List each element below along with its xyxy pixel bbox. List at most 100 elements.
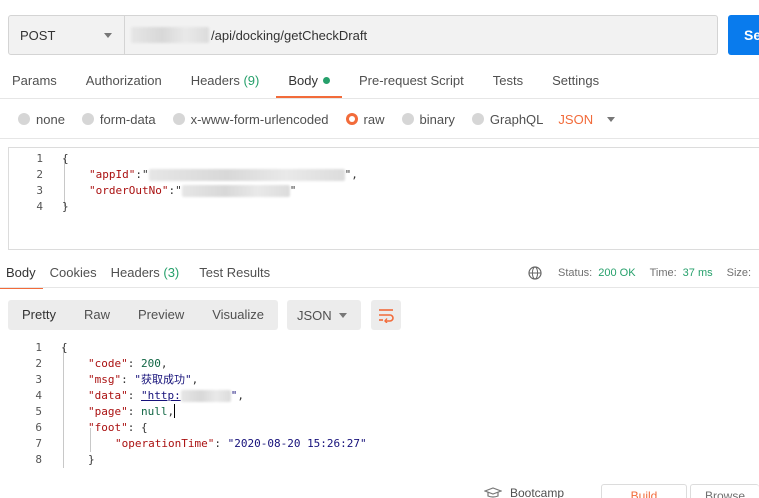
line-number: 3 — [36, 184, 43, 197]
view-label: Raw — [83, 307, 110, 322]
tab-authorization[interactable]: Authorization — [86, 66, 162, 96]
browse-tab[interactable]: Browse — [690, 484, 759, 498]
line-number: 4 — [36, 200, 43, 213]
tab-body[interactable]: Body — [276, 66, 342, 98]
url-input[interactable]: /api/docking/getCheckDraft — [125, 16, 717, 54]
code-line-code: "code": 200, — [88, 357, 168, 370]
line-number: 7 — [35, 437, 42, 450]
response-status: Status: 200 OK Time: 37 ms Size: — [528, 266, 751, 280]
redacted-value — [180, 390, 231, 402]
tab-cookies[interactable]: Cookies — [50, 262, 97, 288]
tab-count: (9) — [243, 73, 260, 88]
response-tabs: Body Cookies Headers (3) Test Results — [0, 262, 284, 289]
code-line-operation-time: "operationTime": "2020-08-20 15:26:27" — [115, 437, 367, 450]
tab-label: Pre-request Script — [358, 73, 464, 88]
code-value: "获取成功" — [134, 373, 192, 386]
tab-label: Settings — [552, 73, 600, 88]
view-preview-button[interactable]: Preview — [124, 300, 198, 330]
globe-icon[interactable] — [528, 266, 542, 280]
method-select[interactable]: POST — [9, 16, 125, 54]
body-type-radios: none form-data x-www-form-urlencoded raw… — [18, 110, 616, 128]
response-format-select[interactable]: JSON — [287, 300, 361, 330]
radio-urlencoded[interactable]: x-www-form-urlencoded — [172, 111, 329, 127]
time-label: Time: — [649, 267, 677, 279]
body-format-select[interactable]: JSON — [558, 111, 616, 127]
tab-headers[interactable]: Headers (9) — [191, 66, 260, 96]
radio-circle-icon — [81, 113, 94, 125]
code-token: " — [289, 184, 297, 197]
bootcamp-button[interactable]: Bootcamp — [484, 486, 564, 498]
view-visualize-button[interactable]: Visualize — [198, 300, 278, 330]
response-time[interactable]: 37 ms — [683, 267, 713, 279]
radio-circle-icon — [18, 113, 30, 125]
radio-circle-icon — [172, 113, 185, 125]
status-code[interactable]: 200 OK — [598, 267, 635, 279]
code-value: 200 — [141, 357, 161, 370]
tab-response-body[interactable]: Body — [0, 262, 43, 289]
tab-pre-request-script[interactable]: Pre-request Script — [359, 66, 464, 96]
line-number: 1 — [36, 152, 43, 165]
radio-label: binary — [419, 111, 455, 127]
send-button[interactable]: Se — [728, 15, 759, 55]
send-label: Se — [744, 27, 759, 43]
method-label: POST — [20, 27, 56, 43]
build-tab[interactable]: Build — [601, 484, 687, 498]
code-line-foot: "foot": { — [88, 421, 148, 434]
request-bar: POST /api/docking/getCheckDraft — [8, 15, 718, 55]
radio-graphql[interactable]: GraphQL — [471, 111, 544, 127]
format-label: JSON — [558, 111, 594, 127]
tab-response-headers[interactable]: Headers (3) — [111, 262, 180, 288]
tab-label: Test Results — [199, 265, 271, 280]
divider — [0, 287, 759, 288]
graduation-cap-icon — [484, 487, 502, 498]
wrap-lines-button[interactable] — [371, 300, 401, 330]
status-bar: Bootcamp Build Browse — [0, 482, 759, 498]
line-number: 8 — [35, 453, 42, 466]
code-line-appid: "appId":" ", — [89, 167, 358, 183]
code-line-page: "page": null, — [88, 404, 176, 418]
radio-raw[interactable]: raw — [345, 112, 385, 127]
code-key: "foot" — [88, 421, 128, 434]
view-label: Preview — [137, 307, 185, 322]
redacted-host — [131, 27, 209, 43]
text-cursor — [174, 404, 176, 418]
bootcamp-label: Bootcamp — [510, 486, 565, 498]
tab-label: Authorization — [85, 73, 162, 88]
tab-settings[interactable]: Settings — [552, 66, 599, 96]
response-body-viewer[interactable]: 1 2 3 4 5 6 7 8 { "code": 200, "msg": "获… — [8, 340, 759, 470]
radio-form-data[interactable]: form-data — [81, 111, 156, 127]
request-body-editor[interactable]: 1 2 3 4 { "appId":" ", "orderOutNo":" " } — [8, 147, 759, 250]
view-raw-button[interactable]: Raw — [70, 300, 124, 330]
view-pretty-button[interactable]: Pretty — [8, 300, 70, 330]
radio-label: x-www-form-urlencoded — [190, 111, 329, 127]
radio-label: form-data — [99, 111, 156, 127]
radio-label: none — [36, 111, 65, 127]
radio-none[interactable]: none — [18, 112, 65, 127]
code-token: { — [61, 341, 68, 354]
tab-label: Params — [12, 73, 57, 88]
code-token: :" — [168, 184, 182, 197]
tab-test-results[interactable]: Test Results — [199, 262, 270, 288]
code-token: ", — [344, 168, 358, 181]
line-number: 2 — [35, 357, 42, 370]
view-label: Pretty — [22, 307, 56, 322]
code-key: "orderOutNo" — [89, 184, 169, 197]
radio-binary[interactable]: binary — [401, 111, 455, 127]
code-value: null — [141, 405, 168, 418]
tab-label: Body — [288, 73, 318, 88]
chevron-down-icon — [104, 33, 112, 38]
radio-label: GraphQL — [489, 111, 544, 127]
chevron-down-icon — [607, 116, 616, 122]
tab-tests[interactable]: Tests — [493, 66, 523, 96]
code-key: "page" — [88, 405, 128, 418]
code-key: "msg" — [88, 373, 122, 386]
code-key: "operationTime" — [115, 437, 215, 450]
code-value: "2020-08-20 15:26:27" — [227, 437, 367, 450]
code-token: { — [62, 152, 69, 165]
code-value-link[interactable]: "http: — [141, 389, 181, 402]
status-label: Status: — [558, 267, 593, 279]
wrap-lines-icon — [379, 309, 394, 323]
tab-label: Headers — [110, 265, 160, 280]
radio-circle-icon — [471, 113, 484, 125]
tab-params[interactable]: Params — [12, 66, 57, 96]
